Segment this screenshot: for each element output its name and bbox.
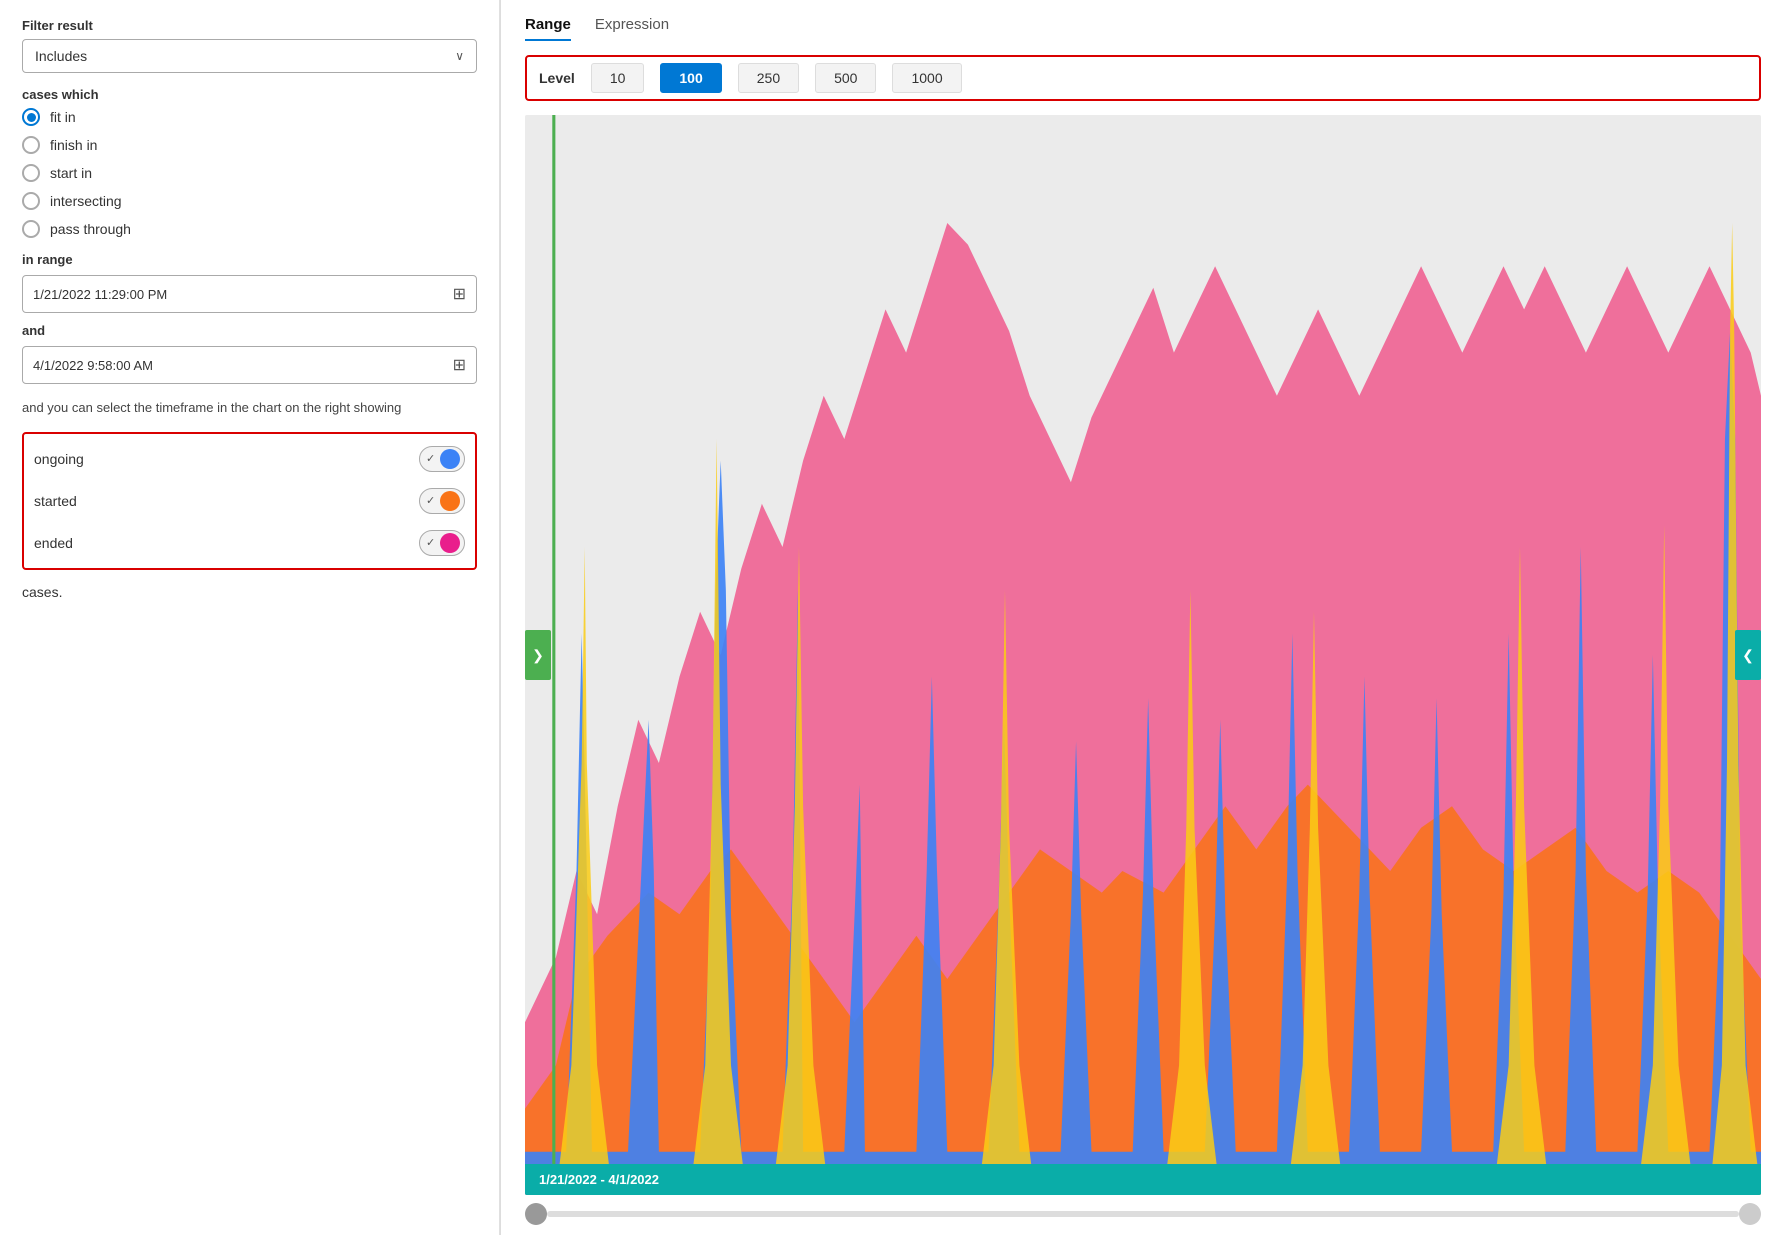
toggle-pill-ongoing[interactable]: ✓	[419, 446, 465, 472]
radio-circle-pass_through	[22, 220, 40, 238]
in-range-label: in range	[22, 252, 477, 267]
checkmark-icon-started: ✓	[426, 494, 435, 507]
range-start-input[interactable]: 1/21/2022 11:29:00 PM ⊞	[22, 275, 477, 313]
radio-label-intersecting: intersecting	[50, 193, 122, 209]
radio-circle-start_in	[22, 164, 40, 182]
level-selector-box: Level 10 100 250 500 1000	[525, 55, 1761, 101]
tab-expression[interactable]: Expression	[595, 16, 669, 41]
date-range-bar: 1/21/2022 - 4/1/2022	[525, 1164, 1761, 1195]
chart-scrollbar[interactable]	[525, 1203, 1761, 1225]
toggle-label-ended: ended	[34, 535, 73, 551]
toggle-dot-ongoing	[440, 449, 460, 469]
toggle-dot-ended	[440, 533, 460, 553]
range-end-input[interactable]: 4/1/2022 9:58:00 AM ⊞	[22, 346, 477, 384]
radio-item-pass_through[interactable]: pass through	[22, 220, 477, 238]
scroll-thumb-left[interactable]	[525, 1203, 547, 1225]
toggle-pill-started[interactable]: ✓	[419, 488, 465, 514]
chart-area: ❯ ❮ 1/21/202	[525, 115, 1761, 1195]
chevron-down-icon: ∨	[455, 49, 464, 63]
radio-circle-finish_in	[22, 136, 40, 154]
toggle-control-ended[interactable]: ✓	[419, 530, 465, 556]
filter-result-label: Filter result	[22, 18, 477, 33]
radio-label-pass_through: pass through	[50, 221, 131, 237]
scroll-thumb-right[interactable]	[1739, 1203, 1761, 1225]
calendar-icon-start[interactable]: ⊞	[453, 284, 466, 304]
checkmark-icon-ongoing: ✓	[426, 452, 435, 465]
toggle-box: ongoing ✓ started ✓ ended ✓	[22, 432, 477, 570]
level-btn-10[interactable]: 10	[591, 63, 645, 93]
level-btn-1000[interactable]: 1000	[892, 63, 961, 93]
radio-label-finish_in: finish in	[50, 137, 97, 153]
description-text: and you can select the timeframe in the …	[22, 398, 477, 418]
radio-label-start_in: start in	[50, 165, 92, 181]
chart-svg	[525, 115, 1761, 1195]
toggle-row-started: started ✓	[34, 482, 465, 520]
level-btn-250[interactable]: 250	[738, 63, 799, 93]
toggle-pill-ended[interactable]: ✓	[419, 530, 465, 556]
cases-which-radio-group: fit in finish in start in intersecting pass …	[22, 108, 477, 238]
level-label: Level	[539, 70, 575, 86]
date-range-label: 1/21/2022 - 4/1/2022	[539, 1172, 659, 1187]
and-label: and	[22, 323, 477, 338]
filter-result-dropdown[interactable]: Includes ∨	[22, 39, 477, 73]
range-start-value: 1/21/2022 11:29:00 PM	[33, 287, 167, 302]
checkmark-icon-ended: ✓	[426, 536, 435, 549]
dropdown-value: Includes	[35, 48, 87, 64]
radio-item-fit_in[interactable]: fit in	[22, 108, 477, 126]
level-btn-500[interactable]: 500	[815, 63, 876, 93]
level-btn-100[interactable]: 100	[660, 63, 721, 93]
calendar-icon-end[interactable]: ⊞	[453, 355, 466, 375]
radio-label-fit_in: fit in	[50, 109, 76, 125]
left-panel: Filter result Includes ∨ cases which fit…	[0, 0, 500, 1235]
toggle-label-started: started	[34, 493, 77, 509]
toggle-row-ongoing: ongoing ✓	[34, 440, 465, 478]
radio-item-start_in[interactable]: start in	[22, 164, 477, 182]
toggle-control-ongoing[interactable]: ✓	[419, 446, 465, 472]
right-panel: Range Expression Level 10 100 250 500 1000 ❯	[501, 0, 1781, 1235]
scroll-track[interactable]	[547, 1211, 1739, 1217]
radio-circle-intersecting	[22, 192, 40, 210]
nav-arrow-left[interactable]: ❯	[525, 630, 551, 680]
toggle-label-ongoing: ongoing	[34, 451, 84, 467]
radio-item-intersecting[interactable]: intersecting	[22, 192, 477, 210]
toggle-control-started[interactable]: ✓	[419, 488, 465, 514]
nav-arrow-right[interactable]: ❮	[1735, 630, 1761, 680]
range-end-value: 4/1/2022 9:58:00 AM	[33, 358, 153, 373]
cases-text: cases.	[22, 584, 477, 600]
radio-circle-fit_in	[22, 108, 40, 126]
toggle-row-ended: ended ✓	[34, 524, 465, 562]
cases-which-label: cases which	[22, 87, 477, 102]
toggle-dot-started	[440, 491, 460, 511]
tab-bar: Range Expression	[525, 16, 1761, 41]
radio-item-finish_in[interactable]: finish in	[22, 136, 477, 154]
tab-range[interactable]: Range	[525, 16, 571, 41]
